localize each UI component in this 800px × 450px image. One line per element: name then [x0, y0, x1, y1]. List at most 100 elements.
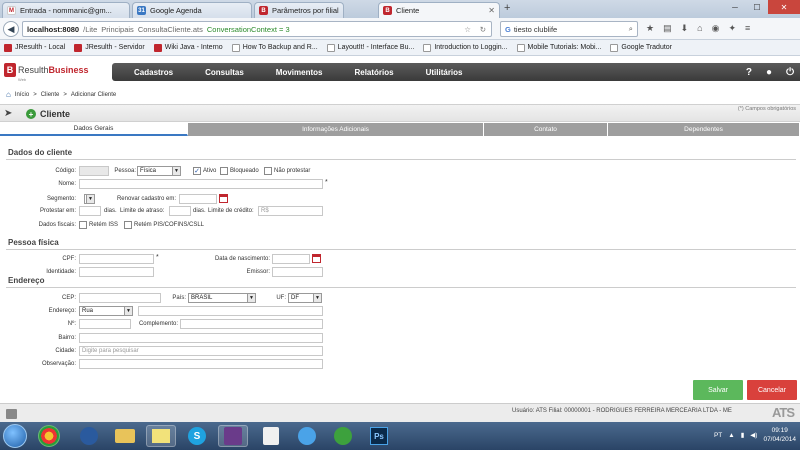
session-info: Usuário: ATS Filial: 00000001 - RODRIGUE… [512, 408, 732, 414]
bookmark-item[interactable]: JResulth - Local [4, 43, 65, 52]
reload-icon[interactable]: ↻ [480, 25, 486, 34]
browser-tab-parametros[interactable]: B Parâmetros por filial [254, 2, 344, 18]
ats-logo: ATS [771, 405, 795, 420]
divider [6, 159, 796, 160]
breadcrumb-cliente[interactable]: Cliente [41, 92, 60, 98]
java-icon[interactable] [256, 425, 286, 447]
bookmark-item[interactable]: Mobile Tutorials: Mobi... [516, 43, 601, 52]
close-window-icon[interactable]: ✕ [768, 0, 800, 14]
addon-icon[interactable]: ✦ [728, 23, 736, 34]
keyboard-icon[interactable] [6, 409, 17, 419]
cpf-field[interactable] [79, 254, 154, 264]
tray-arrow-icon[interactable]: ▲ [728, 432, 734, 439]
bookmark-item[interactable]: JResulth - Servidor [74, 43, 145, 52]
menu-movimentos[interactable]: Movimentos [260, 68, 339, 77]
folder-icon[interactable] [110, 425, 140, 447]
chevron-down-icon: ▼ [124, 307, 132, 315]
user-icon[interactable]: ● [766, 67, 772, 78]
renovar-date-field[interactable] [179, 194, 217, 204]
volume-icon[interactable]: ◀) [750, 431, 757, 439]
firefox-icon[interactable] [74, 425, 104, 447]
back-arrow-icon[interactable]: ➤ [4, 108, 12, 119]
observacao-field[interactable] [79, 359, 323, 369]
endereco-tipo-select[interactable]: Rua ▼ [79, 306, 133, 316]
pais-select[interactable]: BRASIL ▼ [188, 293, 256, 303]
menu-utilitarios[interactable]: Utilitários [410, 68, 479, 77]
chrome-icon[interactable] [38, 425, 60, 447]
tab-dados-gerais[interactable]: Dados Gerais [0, 123, 188, 136]
url-bar[interactable]: localhost:8080 /Lite Principais Consulta… [22, 21, 492, 37]
required-note: (*) Campos obrigatórios [737, 106, 796, 112]
language-indicator[interactable]: PT [714, 432, 722, 439]
bairro-field[interactable] [79, 333, 323, 343]
cancel-button[interactable]: Cancelar [747, 380, 797, 400]
segmento-select[interactable]: ▼ [84, 194, 95, 204]
limite-credito-field[interactable]: R$ [258, 206, 323, 216]
back-button[interactable]: ◀ [3, 21, 19, 37]
calendar-icon[interactable] [219, 194, 228, 203]
browser-tab-calendar[interactable]: 31 Google Agenda [132, 2, 252, 18]
browser-tab-gmail[interactable]: M Entrada - nommanic@gm... [2, 2, 130, 18]
save-button[interactable]: Salvar [693, 380, 743, 400]
skype-icon[interactable]: S [182, 425, 212, 447]
tab-contato[interactable]: Contato [484, 123, 608, 136]
nome-field[interactable] [79, 179, 323, 189]
app-logo[interactable]: B ResulthBusiness Web [4, 63, 89, 82]
ativo-checkbox[interactable]: ✓ [193, 167, 201, 175]
home-icon[interactable]: ⌂ [697, 23, 702, 34]
browser-tab-cliente[interactable]: B Cliente ✕ [378, 2, 500, 18]
cep-field[interactable] [79, 293, 161, 303]
emissor-field[interactable] [272, 267, 323, 277]
bookmarks-icon[interactable]: ★ [646, 23, 654, 34]
bookmark-item[interactable]: Introduction to Loggin... [423, 43, 508, 52]
cidade-field[interactable]: Digite para pesquisar [79, 346, 323, 356]
maximize-icon[interactable]: ☐ [746, 0, 768, 14]
nao-protestar-checkbox[interactable] [264, 167, 272, 175]
menu-consultas[interactable]: Consultas [189, 68, 260, 77]
search-icon[interactable]: ⌕ [629, 24, 633, 34]
menu-relatorios[interactable]: Relatórios [338, 68, 409, 77]
bookmark-icon [74, 43, 83, 52]
bloqueado-checkbox[interactable] [220, 167, 228, 175]
photoshop-icon[interactable]: Ps [364, 425, 394, 447]
uf-select[interactable]: DF ▼ [288, 293, 322, 303]
tab-dependentes[interactable]: Dependentes [608, 123, 800, 136]
clock[interactable]: 09:19 07/04/2014 [763, 426, 796, 444]
search-input[interactable]: G tiesto clublife ⌕ [500, 21, 638, 37]
identidade-field[interactable] [79, 267, 154, 277]
numero-field[interactable] [79, 319, 131, 329]
notes-icon[interactable] [146, 425, 176, 447]
start-button[interactable] [3, 424, 27, 448]
menu-icon[interactable]: ≡ [745, 23, 750, 34]
limite-atraso-field[interactable] [169, 206, 191, 216]
bookmark-item[interactable]: Google Tradutor [610, 43, 672, 52]
pessoa-select[interactable]: Física ▼ [137, 166, 181, 176]
complemento-field[interactable] [180, 319, 323, 329]
tab-informacoes-adicionais[interactable]: Informações Adicionais [188, 123, 484, 136]
page-title: Cliente [40, 109, 71, 119]
protestar-field[interactable] [79, 206, 101, 216]
network-icon[interactable]: ▮ [741, 431, 745, 439]
endereco-field[interactable] [138, 306, 323, 316]
app-icon[interactable] [218, 425, 248, 447]
menu-cadastros[interactable]: Cadastros [118, 68, 189, 77]
retem-iss-checkbox[interactable] [79, 221, 87, 229]
nascimento-date-field[interactable] [272, 254, 310, 264]
itunes-icon[interactable] [292, 425, 322, 447]
shield-icon[interactable]: ◉ [712, 23, 720, 34]
retem-pis-checkbox[interactable] [124, 221, 132, 229]
power-icon[interactable]: ⏻ [786, 67, 794, 78]
breadcrumb-inicio[interactable]: Início [15, 92, 29, 98]
clipboard-icon[interactable]: ▤ [663, 23, 672, 34]
new-tab-button[interactable]: + [504, 2, 510, 14]
globe-icon[interactable] [328, 425, 358, 447]
bookmark-item[interactable]: LayoutIt! - Interface Bu... [326, 43, 414, 52]
bookmark-item[interactable]: How To Backup and R... [231, 43, 318, 52]
bookmark-item[interactable]: Wiki Java - Interno [153, 43, 223, 52]
calendar-icon[interactable] [312, 254, 321, 263]
minimize-icon[interactable]: ─ [724, 0, 746, 14]
help-icon[interactable]: ? [746, 67, 752, 78]
download-icon[interactable]: ⬇ [681, 23, 689, 34]
close-tab-icon[interactable]: ✕ [488, 6, 495, 15]
bookmark-star-icon[interactable]: ☆ [464, 25, 471, 34]
